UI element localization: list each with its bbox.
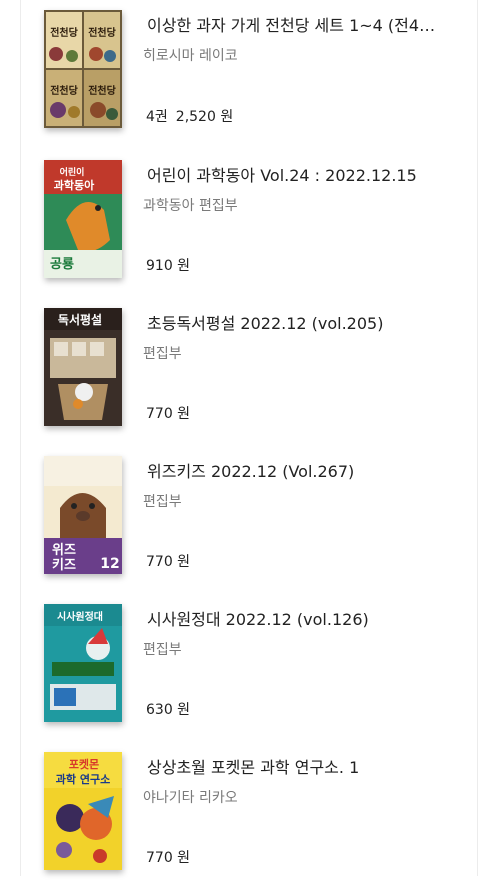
- book-title[interactable]: 어린이 과학동아 Vol.24 : 2022.12.15: [147, 165, 452, 187]
- book-item[interactable]: 전천당 전천당 전천당 전천당 이상한 과자 가게 전천당 세트 1~4 (전4…: [0, 0, 500, 148]
- book-cover-image[interactable]: 포켓몬 과학 연구소: [44, 752, 122, 870]
- price-value: 770 원: [146, 554, 191, 570]
- book-item[interactable]: 독서평설 초등독서평설 2022.12 (vol.205) 편집부 770 원: [0, 296, 500, 444]
- book-item[interactable]: 어린이 과학동아 공룡 어린이 과학동아 Vol.24 : 2022.12.15…: [0, 148, 500, 296]
- book-title[interactable]: 상상초월 포켓몬 과학 연구소. 1: [147, 757, 452, 779]
- cover-text: 과학동아: [54, 178, 95, 192]
- cover-text: 독서평설: [58, 312, 102, 327]
- cover-text: 전천당: [50, 26, 78, 39]
- book-cover-image[interactable]: 독서평설: [44, 308, 122, 426]
- cover-text: 포켓몬: [69, 757, 99, 771]
- book-author: 과학동아 편집부: [143, 198, 238, 214]
- book-price: 770 원: [146, 848, 190, 868]
- cover-text: 공룡: [50, 257, 74, 272]
- cover-text: 어린이: [60, 166, 85, 178]
- price-value: 630 원: [146, 702, 191, 718]
- book-cover-image[interactable]: 전천당 전천당 전천당 전천당: [44, 10, 122, 128]
- cover-text: 위즈: [52, 543, 76, 558]
- book-title[interactable]: 위즈키즈 2022.12 (Vol.267): [147, 461, 452, 483]
- book-item[interactable]: 포켓몬 과학 연구소 상상초월 포켓몬 과학 연구소. 1 야나기타 리카오 7…: [0, 740, 500, 888]
- cover-text: 과학 연구소: [56, 772, 110, 786]
- book-author: 편집부: [143, 642, 182, 658]
- book-author: 편집부: [143, 346, 182, 362]
- book-cover-image[interactable]: 시사원정대: [44, 604, 122, 722]
- book-author: 히로시마 레이코: [143, 48, 238, 64]
- cover-text: 전천당: [88, 26, 116, 39]
- book-price: 770 원: [146, 552, 190, 572]
- book-title[interactable]: 시사원정대 2022.12 (vol.126): [147, 609, 452, 631]
- book-price: 770 원: [146, 404, 190, 424]
- book-cover-image[interactable]: 위즈 키즈 12: [44, 456, 122, 574]
- volume-count: 4권: [146, 109, 168, 125]
- book-cover-image[interactable]: 어린이 과학동아 공룡: [44, 160, 122, 278]
- book-author: 편집부: [143, 494, 182, 510]
- cover-text: 전천당: [88, 84, 116, 97]
- book-price: 630 원: [146, 700, 190, 720]
- price-value: 770 원: [146, 850, 191, 866]
- book-title[interactable]: 이상한 과자 가게 전천당 세트 1~4 (전4…: [147, 15, 452, 37]
- book-author: 야나기타 리카오: [143, 790, 238, 806]
- cover-text: 시사원정대: [57, 610, 103, 623]
- book-price: 4권 2,520 원: [146, 107, 233, 127]
- price-value: 770 원: [146, 406, 191, 422]
- book-title[interactable]: 초등독서평설 2022.12 (vol.205): [147, 313, 452, 335]
- book-item[interactable]: 시사원정대 시사원정대 2022.12 (vol.126) 편집부 630 원: [0, 592, 500, 740]
- book-item[interactable]: 위즈 키즈 12 위즈키즈 2022.12 (Vol.267) 편집부 770 …: [0, 444, 500, 592]
- cover-kids-science-donga-icon: 어린이 과학동아 공룡: [44, 160, 122, 278]
- cover-jeoncheondang-set-icon: 전천당 전천당 전천당 전천당: [44, 10, 122, 128]
- cover-pokemon-science-icon: 포켓몬 과학 연구소: [44, 752, 122, 870]
- cover-reading-review-icon: 독서평설: [44, 308, 122, 426]
- book-price: 910 원: [146, 256, 190, 276]
- cover-current-affairs-icon: 시사원정대: [44, 604, 122, 722]
- cover-wiz-kids-icon: 위즈 키즈 12: [44, 456, 122, 574]
- price-value: 910 원: [146, 258, 191, 274]
- cover-text: 전천당: [50, 84, 78, 97]
- price-value: 2,520 원: [175, 109, 234, 125]
- cover-text: 12: [100, 556, 119, 572]
- cover-text: 키즈: [52, 558, 76, 573]
